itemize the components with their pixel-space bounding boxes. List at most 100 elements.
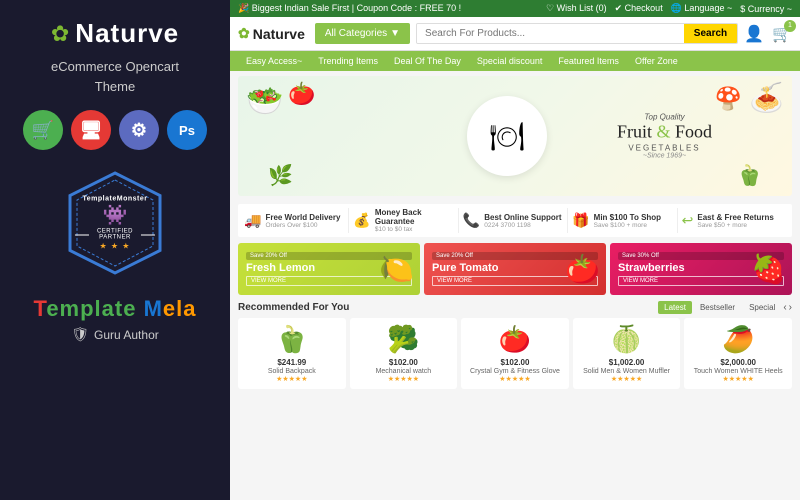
currency-selector[interactable]: $ Currency ~ xyxy=(740,4,792,14)
catnav-item-2[interactable]: Deal Of The Day xyxy=(386,51,469,71)
main-content: 🎉 Biggest Indian Sale First | Coupon Cod… xyxy=(230,0,800,500)
search-input[interactable] xyxy=(417,24,684,43)
hero-vegetables-label: VEGETABLES xyxy=(617,143,712,152)
strawberry-emoji: 🍓 xyxy=(751,253,786,286)
feature-minshop-desc: Save $100 + more xyxy=(594,222,661,229)
product-price-1: $102.00 xyxy=(356,358,452,367)
moneyback-icon: 💰 xyxy=(353,212,370,229)
hero-main-title: Fruit & Food xyxy=(617,122,712,144)
wishlist-link[interactable]: ♡ Wish List (0) xyxy=(546,3,607,14)
product-card-1[interactable]: 🥦 $102.00 Mechanical watch ★★★★★ xyxy=(350,318,458,389)
guru-author-label: 🛡 Guru Author xyxy=(71,326,159,343)
product-card-3[interactable]: 🍈 $1,002.00 Solid Men & Women Muffler ★★… xyxy=(573,318,681,389)
user-icon-button[interactable]: 👤 xyxy=(744,24,764,44)
feature-returns: ↩ East & Free Returns Save $50 + more xyxy=(682,208,786,233)
dropdown-arrow-icon: ▼ xyxy=(390,28,400,39)
recommended-title: Recommended For You xyxy=(238,302,349,313)
nav-logo: ✿ Naturve xyxy=(238,25,305,42)
topbar-left: 🎉 Biggest Indian Sale First | Coupon Cod… xyxy=(238,3,461,14)
nav-icons: 👤 🛒 1 xyxy=(744,24,792,44)
template-monster-badge: TemplateMonster 👾 CERTIFIED PARTNER ★ ★ … xyxy=(65,168,165,284)
product-card-2[interactable]: 🍅 $102.00 Crystal Gym & Fitness Glove ★★… xyxy=(461,318,569,389)
hero-since-text: ~Since 1969~ xyxy=(617,152,712,159)
hero-top-quality: Top Quality xyxy=(617,113,712,122)
cart-icon-button[interactable]: 🛒 1 xyxy=(772,24,792,44)
tech-icon-row: 🛒 🖥 ⚙ Ps xyxy=(23,110,207,150)
shield-icon: 🛡 xyxy=(71,326,89,343)
returns-icon: ↩ xyxy=(682,212,694,229)
monster-icon: 👾 xyxy=(75,203,155,228)
categories-label: All Categories xyxy=(325,28,387,39)
hero-tomatoes-icon: 🍅 xyxy=(288,81,315,107)
product-card-0[interactable]: 🫑 $241.99 Solid Backpack ★★★★★ xyxy=(238,318,346,389)
hero-plate: 🍽 xyxy=(467,96,547,176)
feature-returns-text: East & Free Returns Save $50 + more xyxy=(697,213,773,229)
feature-support-text: Best Online Support 0224 3700 1198 xyxy=(484,213,561,229)
feature-support-desc: 0224 3700 1198 xyxy=(484,222,561,229)
features-row: 🚚 Free World Delivery Orders Over $100 💰… xyxy=(238,204,792,237)
feature-minshop-title: Min $100 To Shop xyxy=(594,213,661,222)
feature-delivery-desc: Orders Over $100 xyxy=(265,222,340,229)
opencart-icon: 🛒 xyxy=(23,110,63,150)
product-icon-2: 🍅 xyxy=(467,324,563,355)
prev-arrow-icon[interactable]: ‹ xyxy=(783,302,786,313)
tm-ela: ela xyxy=(163,296,197,321)
feature-support: 📞 Best Online Support 0224 3700 1198 xyxy=(463,208,568,233)
catnav-item-5[interactable]: Offer Zone xyxy=(627,51,686,71)
product-name-1: Mechanical watch xyxy=(356,368,452,375)
hero-mushroom-icon: 🍄 xyxy=(715,86,742,112)
product-icon-4: 🥭 xyxy=(690,324,786,355)
product-price-2: $102.00 xyxy=(467,358,563,367)
feature-returns-title: East & Free Returns xyxy=(697,213,773,222)
sidebar: ✿ Naturve eCommerce OpencartTheme 🛒 🖥 ⚙ … xyxy=(0,0,230,500)
feature-minshop: 🎁 Min $100 To Shop Save $100 + more xyxy=(572,208,677,233)
recommended-header: Recommended For You Latest Bestseller Sp… xyxy=(238,301,792,314)
checkout-link[interactable]: ✔ Checkout xyxy=(615,3,663,14)
product-icon-0: 🫑 xyxy=(244,324,340,355)
hero-ampersand: & xyxy=(656,122,670,142)
hero-fruit-text: Fruit xyxy=(617,122,657,142)
badge-brand-text: TemplateMonster xyxy=(75,196,155,203)
product-row: 🫑 $241.99 Solid Backpack ★★★★★ 🥦 $102.00… xyxy=(238,318,792,389)
tomato-emoji: 🍅 xyxy=(565,253,600,286)
leaf-icon: ✿ xyxy=(51,21,69,47)
tab-latest[interactable]: Latest xyxy=(658,301,692,314)
product-name-2: Crystal Gym & Fitness Glove xyxy=(467,368,563,375)
hero-pepper-icon: 🫑 xyxy=(737,163,762,188)
badge-inner: TemplateMonster 👾 CERTIFIED PARTNER ★ ★ … xyxy=(75,196,155,251)
language-selector[interactable]: 🌐 Language ~ xyxy=(671,3,733,14)
hero-banner: 🥗 🍅 🌿 🍽 🍝 🍄 🫑 Top Quality Fruit & Food V… xyxy=(238,76,792,196)
top-bar: 🎉 Biggest Indian Sale First | Coupon Cod… xyxy=(230,0,800,17)
feature-delivery: 🚚 Free World Delivery Orders Over $100 xyxy=(244,208,349,233)
search-button[interactable]: Search xyxy=(684,24,737,43)
layers-icon: ⚙ xyxy=(119,110,159,150)
topbar-right: ♡ Wish List (0) ✔ Checkout 🌐 Language ~ … xyxy=(546,3,792,14)
product-card-4[interactable]: 🥭 $2,000.00 Touch Women WHITE Heels ★★★★… xyxy=(684,318,792,389)
feature-returns-desc: Save $50 + more xyxy=(697,222,773,229)
template-mela-logo: Template Mela xyxy=(34,296,197,322)
feature-moneyback-desc: $10 to $0 tax xyxy=(375,226,454,233)
promo-lemon: Save 20% Off Fresh Lemon VIEW MORE 🍋 xyxy=(238,243,420,295)
catnav-item-3[interactable]: Special discount xyxy=(469,51,551,71)
promo-tomato: Save 20% Off Pure Tomato VIEW MORE 🍅 xyxy=(424,243,606,295)
product-name-0: Solid Backpack xyxy=(244,368,340,375)
all-categories-button[interactable]: All Categories ▼ xyxy=(315,23,410,44)
responsive-icon: 🖥 xyxy=(71,110,111,150)
tm-emplate: emplate xyxy=(46,296,143,321)
feature-moneyback-text: Money Back Guarantee $10 to $0 tax xyxy=(375,208,454,233)
guru-author-text: Guru Author xyxy=(94,328,159,342)
catnav-item-4[interactable]: Featured Items xyxy=(550,51,627,71)
product-price-3: $1,002.00 xyxy=(579,358,675,367)
catnav-item-1[interactable]: Trending Items xyxy=(310,51,386,71)
feature-moneyback: 💰 Money Back Guarantee $10 to $0 tax xyxy=(353,208,458,233)
tm-m: M xyxy=(144,296,163,321)
catnav-item-0[interactable]: Easy Access~ xyxy=(238,51,310,71)
hero-herb-icon: 🌿 xyxy=(268,163,293,188)
product-icon-1: 🥦 xyxy=(356,324,452,355)
product-price-4: $2,000.00 xyxy=(690,358,786,367)
product-name-4: Touch Women WHITE Heels xyxy=(690,368,786,375)
hero-veg-left-icon: 🥗 xyxy=(246,84,283,119)
tab-bestseller[interactable]: Bestseller xyxy=(694,301,741,314)
next-arrow-icon[interactable]: › xyxy=(789,302,792,313)
tab-special[interactable]: Special xyxy=(743,301,781,314)
